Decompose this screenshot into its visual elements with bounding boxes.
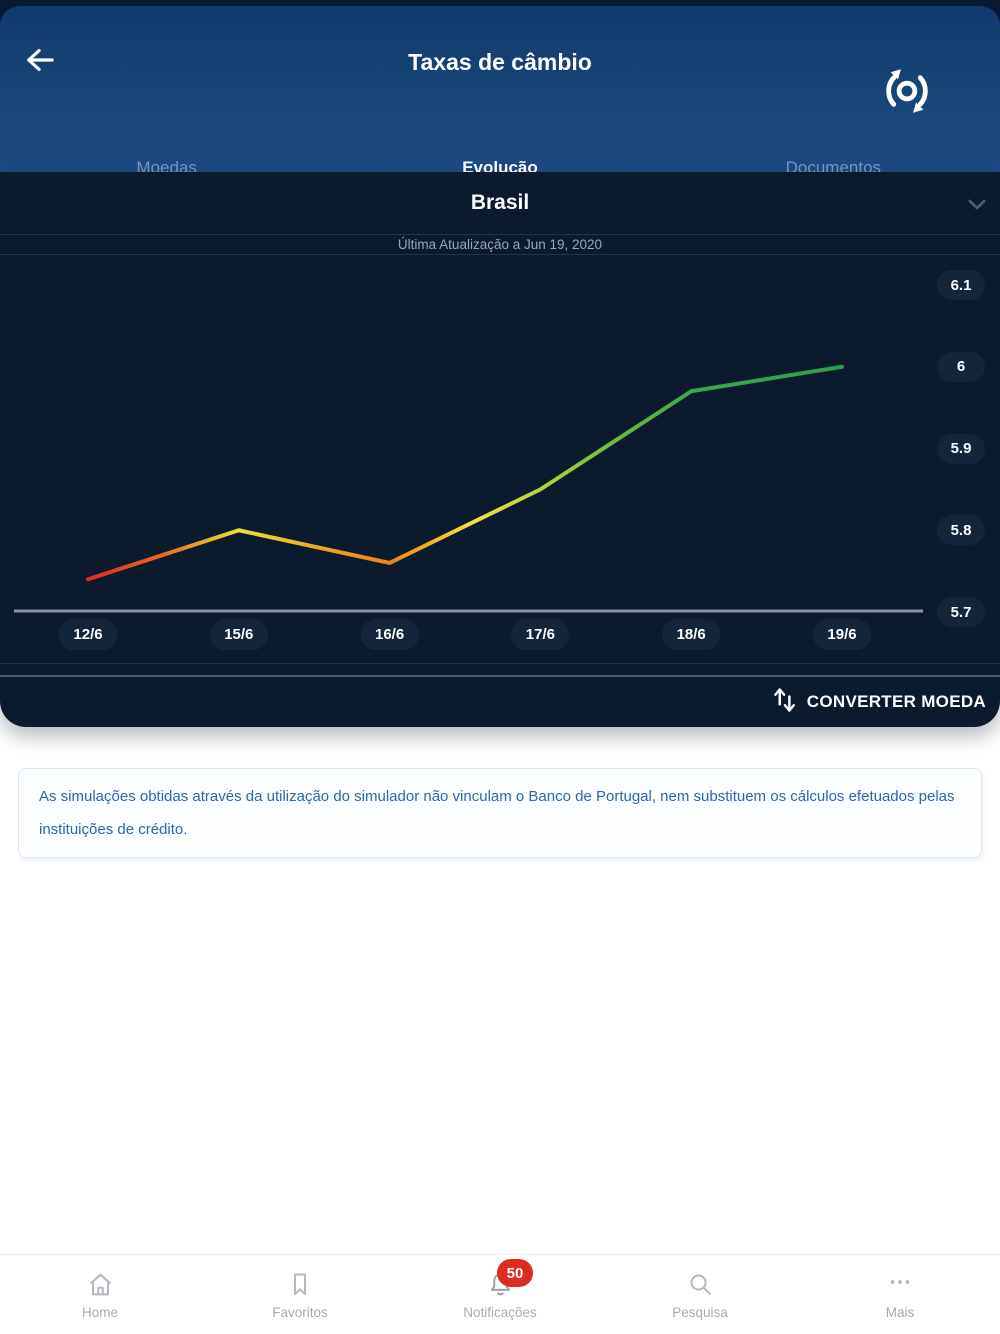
country-name: Brasil (470, 191, 530, 214)
last-update-text: Última Atualização a Jun 19, 2020 (397, 237, 603, 252)
nav-label: Home (81, 1305, 118, 1320)
x-axis-tick: 18/6 (662, 619, 721, 650)
country-selector[interactable]: Brasil (0, 172, 1000, 235)
chevron-down-icon (968, 197, 986, 215)
nav-item-favoritos[interactable]: Favoritos (200, 1255, 400, 1334)
more-dots-icon (886, 1270, 914, 1298)
bell-icon: 50 (486, 1259, 533, 1298)
nav-label: Notificações (463, 1305, 537, 1320)
disclaimer-text: As simulações obtidas através da utiliza… (39, 788, 955, 838)
y-axis-tick: 6 (937, 351, 985, 382)
x-axis-tick: 12/6 (59, 619, 117, 650)
y-axis-tick: 5.8 (937, 515, 985, 546)
nav-item-pesquisa[interactable]: Pesquisa (600, 1255, 800, 1334)
sync-button[interactable] (876, 62, 938, 124)
tab-documentos[interactable]: Documentos (667, 156, 1000, 172)
nav-item-home[interactable]: Home (0, 1255, 200, 1334)
nav-label: Pesquisa (672, 1305, 728, 1320)
page-title: Taxas de câmbio (408, 49, 592, 75)
nav-item-notificacoes[interactable]: 50 Notificações (400, 1255, 600, 1334)
nav-label: Favoritos (272, 1305, 328, 1320)
evolution-sheet: Brasil Última Atualização a Jun 19, 2020… (0, 172, 1000, 727)
x-axis-tick: 15/6 (209, 619, 268, 650)
bookmark-icon (286, 1270, 314, 1298)
convert-arrows-icon (771, 686, 799, 719)
converter-moeda-label: CONVERTER MOEDA (806, 692, 986, 711)
app-header: Taxas de câmbio Moedas Evolução Document… (0, 6, 1000, 172)
tab-moedas[interactable]: Moedas (0, 156, 333, 172)
y-axis-tick: 6.1 (937, 270, 985, 300)
x-axis-tick: 16/6 (360, 619, 419, 650)
notification-badge: 50 (497, 1259, 533, 1287)
sheet-divider (0, 663, 1000, 677)
last-update-row: Última Atualização a Jun 19, 2020 (0, 235, 1000, 255)
search-icon (686, 1270, 714, 1298)
app-screen: Taxas de câmbio Moedas Evolução Document… (0, 0, 1000, 1334)
line-chart-svg (14, 364, 923, 613)
sync-arrows-icon (878, 62, 936, 125)
home-icon (86, 1270, 114, 1298)
y-axis-tick: 5.9 (937, 433, 985, 464)
tab-evolucao[interactable]: Evolução (333, 156, 666, 172)
converter-moeda-button[interactable]: CONVERTER MOEDA (0, 677, 1000, 727)
exchange-rate-line (86, 364, 844, 582)
bottom-navigation: Home Favoritos 50 Notificações Pesquisa … (0, 1254, 1000, 1334)
x-axis-tick: 17/6 (511, 619, 570, 650)
y-axis-tick: 5.7 (937, 597, 985, 627)
disclaimer-card: As simulações obtidas através da utiliza… (18, 768, 982, 858)
tab-bar: Moedas Evolução Documentos (0, 156, 1000, 172)
nav-item-mais[interactable]: Mais (800, 1255, 1000, 1334)
evolution-chart: 6.1 6 5.9 5.8 5.7 12/6 15/6 16/6 17/6 18/6 19/6 (0, 255, 1000, 663)
nav-label: Mais (885, 1305, 915, 1320)
x-axis-tick: 19/6 (813, 619, 871, 650)
